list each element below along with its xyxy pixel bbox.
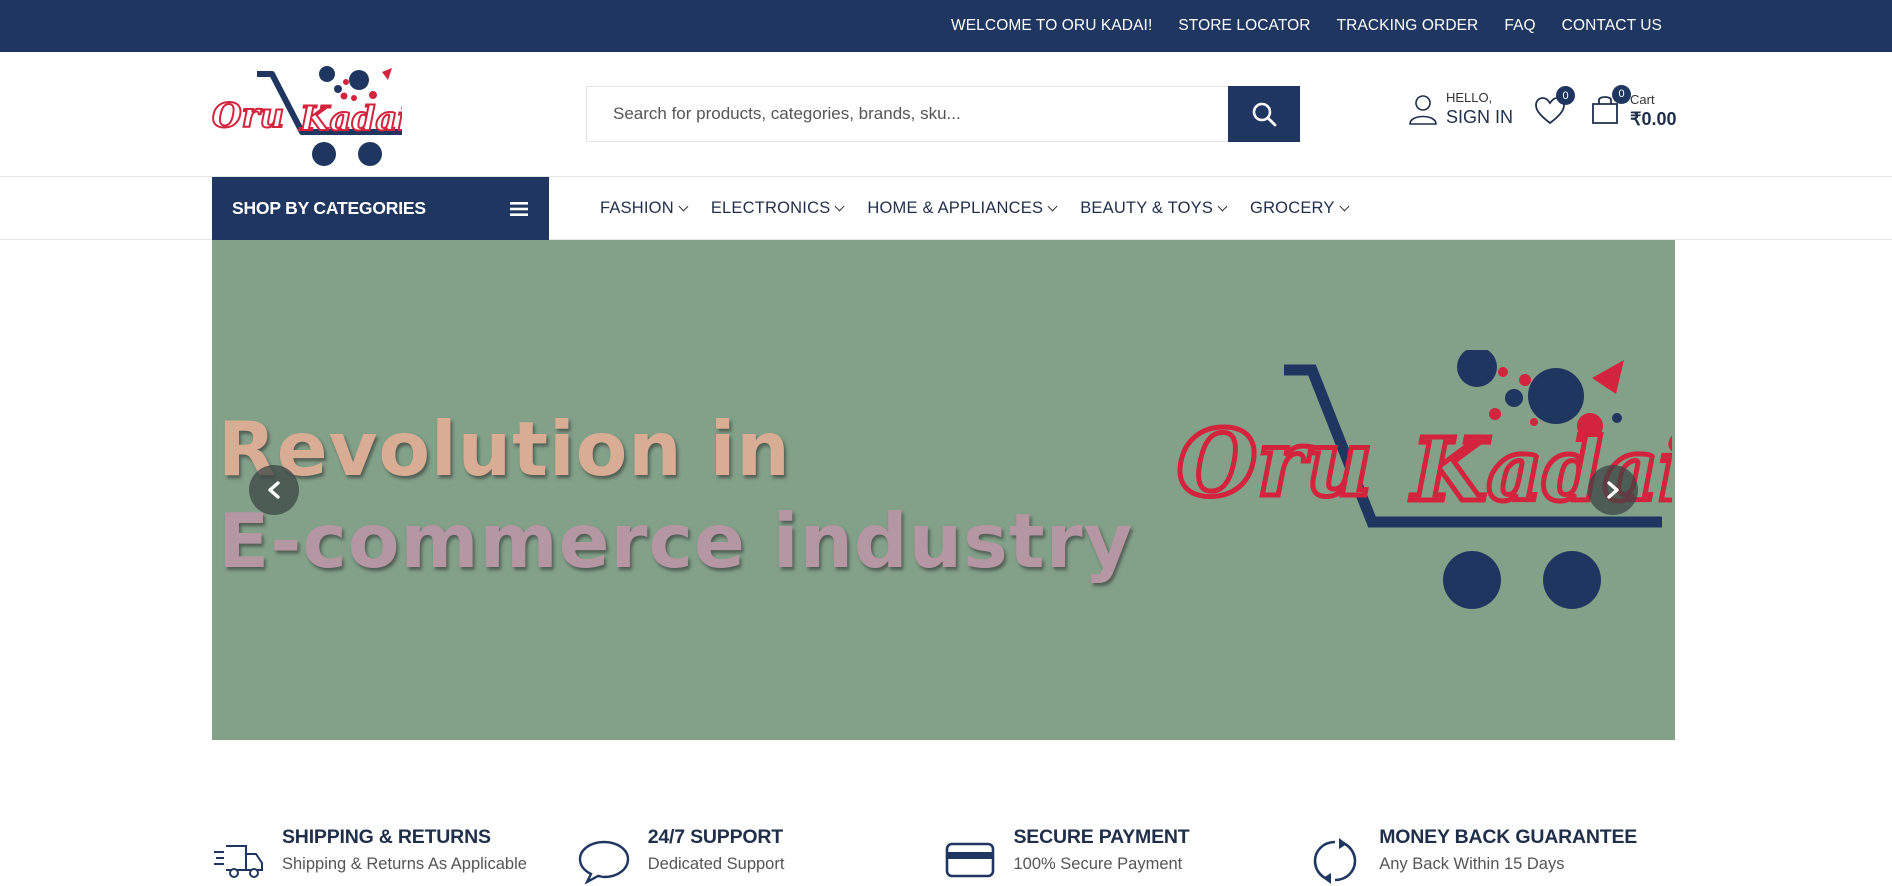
feature-subtitle: Shipping & Returns As Applicable <box>282 855 527 873</box>
search-bar <box>586 86 1300 142</box>
chevron-down-icon <box>1047 201 1058 212</box>
menu-item-label: ELECTRONICS <box>710 199 831 217</box>
site-header: Oru Kadai HELLO, SIGN IN 0 <box>0 52 1892 177</box>
svg-text:Kadai: Kadai <box>299 99 402 139</box>
account-greeting: HELLO, <box>1446 90 1493 105</box>
contact-us-link[interactable]: CONTACT US <box>1562 17 1662 35</box>
faq-link[interactable]: FAQ <box>1504 17 1535 35</box>
main-navigation: SHOP BY CATEGORIES FASHION ELECTRONICS H… <box>0 177 1892 240</box>
banner-logo-oru: Oru <box>1177 409 1373 517</box>
menu-item-home-appliances[interactable]: HOME & APPLIANCES <box>867 199 1058 218</box>
svg-text:Oru: Oru <box>212 96 284 136</box>
menu-item-beauty-toys[interactable]: BEAUTY & TOYS <box>1080 199 1228 218</box>
menu-item-label: GROCERY <box>1250 199 1335 217</box>
menu-item-label: BEAUTY & TOYS <box>1080 199 1214 217</box>
store-locator-link[interactable]: STORE LOCATOR <box>1178 17 1310 35</box>
refresh-icon <box>1313 838 1357 884</box>
hero-banner: Revolution in E-commerce industry Oru Ka… <box>212 240 1675 740</box>
cart-label: Cart <box>1630 92 1655 107</box>
menu-item-label: FASHION <box>600 199 674 217</box>
tracking-order-link[interactable]: TRACKING ORDER <box>1337 17 1479 35</box>
search-button[interactable] <box>1228 86 1300 142</box>
feature-shipping: SHIPPING & RETURNS Shipping & Returns As… <box>212 826 578 884</box>
cart-total: ₹0.00 <box>1630 109 1677 129</box>
hamburger-menu-icon <box>510 201 528 216</box>
chevron-right-icon <box>1607 481 1619 499</box>
chevron-down-icon <box>1339 201 1350 212</box>
wishlist-count-badge: 0 <box>1556 86 1575 105</box>
shop-by-categories-label: SHOP BY CATEGORIES <box>232 198 426 218</box>
feature-support: 24/7 SUPPORT Dedicated Support <box>578 826 944 884</box>
top-bar: WELCOME TO ORU KADAI! STORE LOCATOR TRAC… <box>0 0 1892 52</box>
menu-item-electronics[interactable]: ELECTRONICS <box>710 199 845 218</box>
welcome-link[interactable]: WELCOME TO ORU KADAI! <box>951 17 1152 35</box>
truck-icon <box>214 845 263 878</box>
feature-title: SECURE PAYMENT <box>1013 826 1190 848</box>
chevron-down-icon <box>678 201 689 212</box>
feature-title: MONEY BACK GUARANTEE <box>1379 826 1638 848</box>
menu-item-fashion[interactable]: FASHION <box>600 199 689 218</box>
feature-title: SHIPPING & RETURNS <box>282 826 491 848</box>
banner-line-2: E-commerce industry <box>218 497 1134 585</box>
feature-subtitle: 100% Secure Payment <box>1013 855 1183 873</box>
banner-headline: Revolution in E-commerce industry <box>218 403 1133 587</box>
credit-card-icon <box>945 842 994 878</box>
search-icon <box>1252 102 1277 127</box>
feature-title: 24/7 SUPPORT <box>647 826 783 848</box>
feature-money-back: MONEY BACK GUARANTEE Any Back Within 15 … <box>1309 826 1675 884</box>
user-icon <box>1409 95 1437 125</box>
wishlist-button[interactable]: 0 <box>1534 86 1575 131</box>
features-strip: SHIPPING & RETURNS Shipping & Returns As… <box>212 826 1675 884</box>
shop-by-categories-button[interactable]: SHOP BY CATEGORIES <box>212 177 549 240</box>
carousel-next-button[interactable] <box>1588 465 1638 515</box>
banner-line-1: Revolution in <box>218 405 791 493</box>
chevron-left-icon <box>268 481 280 499</box>
feature-subtitle: Dedicated Support <box>647 855 785 873</box>
account-link[interactable]: HELLO, SIGN IN <box>1408 90 1513 128</box>
feature-subtitle: Any Back Within 15 Days <box>1379 855 1565 873</box>
category-menu: FASHION ELECTRONICS HOME & APPLIANCES BE… <box>600 177 1350 240</box>
feature-payment: SECURE PAYMENT 100% Secure Payment <box>944 826 1310 884</box>
banner-logo-kadai: Kadai <box>1409 420 1672 521</box>
cart-button[interactable]: 0 Cart ₹0.00 <box>1590 84 1677 130</box>
site-logo[interactable]: Oru Kadai <box>212 62 402 170</box>
chevron-down-icon <box>1217 201 1228 212</box>
search-input[interactable] <box>586 86 1228 142</box>
carousel-prev-button[interactable] <box>249 465 299 515</box>
menu-item-grocery[interactable]: GROCERY <box>1250 199 1350 218</box>
menu-item-label: HOME & APPLIANCES <box>867 199 1044 217</box>
chevron-down-icon <box>834 201 845 212</box>
chat-icon <box>578 840 629 884</box>
sign-in-label[interactable]: SIGN IN <box>1446 107 1513 128</box>
cart-count-badge: 0 <box>1612 84 1631 104</box>
